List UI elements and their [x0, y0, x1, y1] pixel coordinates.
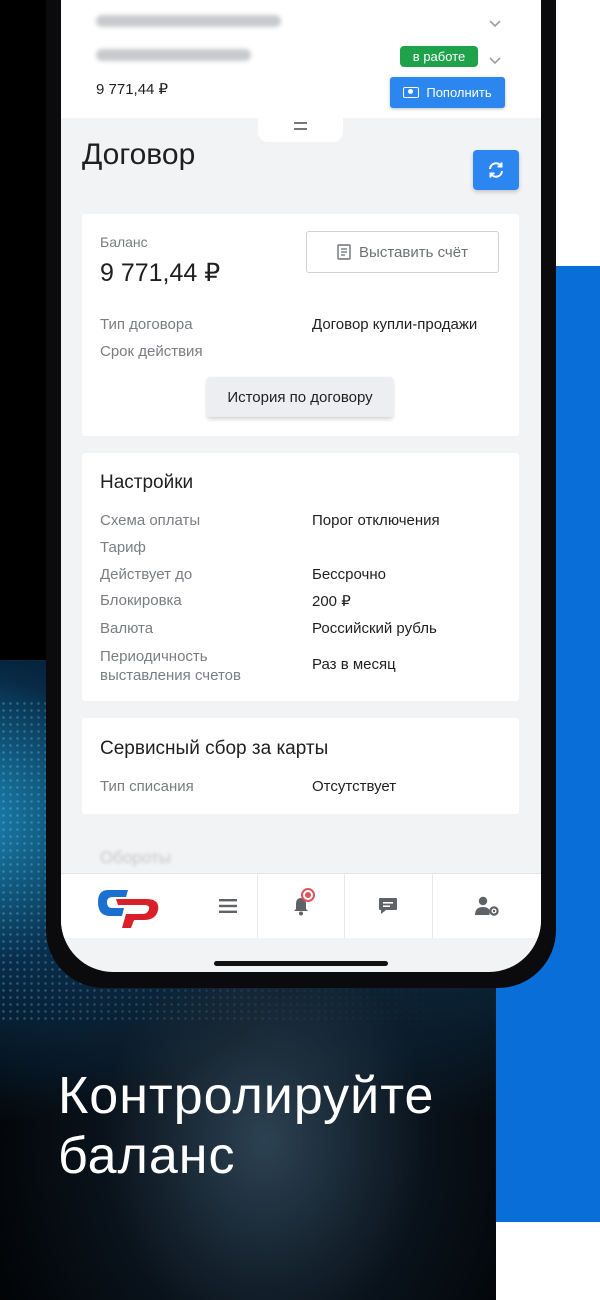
- tab-menu[interactable]: [199, 874, 257, 938]
- cash-icon: [403, 87, 420, 98]
- status-badge: в работе: [400, 46, 478, 67]
- tab-home-logo[interactable]: [61, 874, 199, 938]
- chevron-down-icon[interactable]: [489, 54, 501, 66]
- topup-button[interactable]: Пополнить: [390, 77, 505, 108]
- header-balance: 9 771,44 ₽: [96, 81, 169, 98]
- promo-tagline-line1: Контролируйте: [58, 1067, 435, 1125]
- turnover-section-title: Обороты: [100, 848, 171, 867]
- billing-period-value: Раз в месяц: [312, 656, 396, 673]
- promo-tagline-line2: баланс: [58, 1127, 236, 1185]
- blocking-value: 200 ₽: [312, 593, 351, 610]
- drag-handle-icon: [294, 122, 307, 130]
- invoice-button-label: Выставить счёт: [359, 243, 468, 261]
- menu-icon: [219, 899, 237, 913]
- blocking-label: Блокировка: [100, 592, 182, 609]
- home-indicator[interactable]: [214, 961, 388, 966]
- balance-card: Баланс 9 771,44 ₽ Выставить счёт Тип дог…: [82, 214, 519, 436]
- balance-value: 9 771,44 ₽: [100, 259, 221, 287]
- refresh-button[interactable]: [473, 150, 519, 190]
- receipt-icon: [337, 244, 351, 260]
- notification-dot: [301, 888, 315, 902]
- charge-type-value: Отсутствует: [312, 778, 397, 795]
- brand-logo: [98, 890, 159, 928]
- tab-messages[interactable]: [344, 874, 432, 938]
- validity-label: Срок действия: [100, 343, 203, 360]
- currency-value: Российский рубль: [312, 620, 437, 637]
- contract-history-button[interactable]: История по договору: [207, 377, 393, 417]
- service-fee-title: Сервисный сбор за карты: [100, 738, 329, 759]
- company-name-blurred: [96, 15, 281, 27]
- settings-card: Настройки Схема оплаты Порог отключения …: [82, 453, 519, 701]
- contract-type-value: Договор купли-продажи: [312, 316, 478, 333]
- chat-icon: [379, 897, 397, 914]
- balance-label: Баланс: [100, 234, 148, 250]
- page-title: Договор: [82, 138, 196, 171]
- valid-until-label: Действует до: [100, 566, 193, 583]
- contract-number-blurred: [96, 49, 251, 61]
- tariff-label: Тариф: [100, 539, 146, 556]
- currency-label: Валюта: [100, 620, 154, 637]
- contract-type-label: Тип договора: [100, 316, 193, 333]
- contract-header-panel[interactable]: в работе 9 771,44 ₽ Пополнить: [61, 0, 541, 118]
- app-screen: в работе 9 771,44 ₽ Пополнить Договор Ба…: [61, 0, 541, 972]
- chevron-down-icon[interactable]: [489, 17, 501, 29]
- billing-period-label: Периодичность выставления счетов: [100, 648, 241, 684]
- valid-until-value: Бессрочно: [312, 566, 386, 583]
- payment-scheme-value: Порог отключения: [312, 512, 440, 529]
- settings-title: Настройки: [100, 472, 194, 493]
- bottom-tab-bar: [61, 873, 541, 938]
- topup-button-label: Пополнить: [426, 85, 492, 100]
- promo-tagline: Контролируйте баланс: [58, 1066, 434, 1186]
- payment-scheme-label: Схема оплаты: [100, 512, 201, 529]
- user-settings-icon: [474, 896, 499, 916]
- service-fee-card: Сервисный сбор за карты Тип списания Отс…: [82, 718, 519, 814]
- refresh-icon: [489, 162, 503, 178]
- tab-profile-settings[interactable]: [432, 874, 541, 938]
- tab-notifications[interactable]: [257, 874, 344, 938]
- invoice-button[interactable]: Выставить счёт: [306, 231, 499, 273]
- charge-type-label: Тип списания: [100, 778, 194, 795]
